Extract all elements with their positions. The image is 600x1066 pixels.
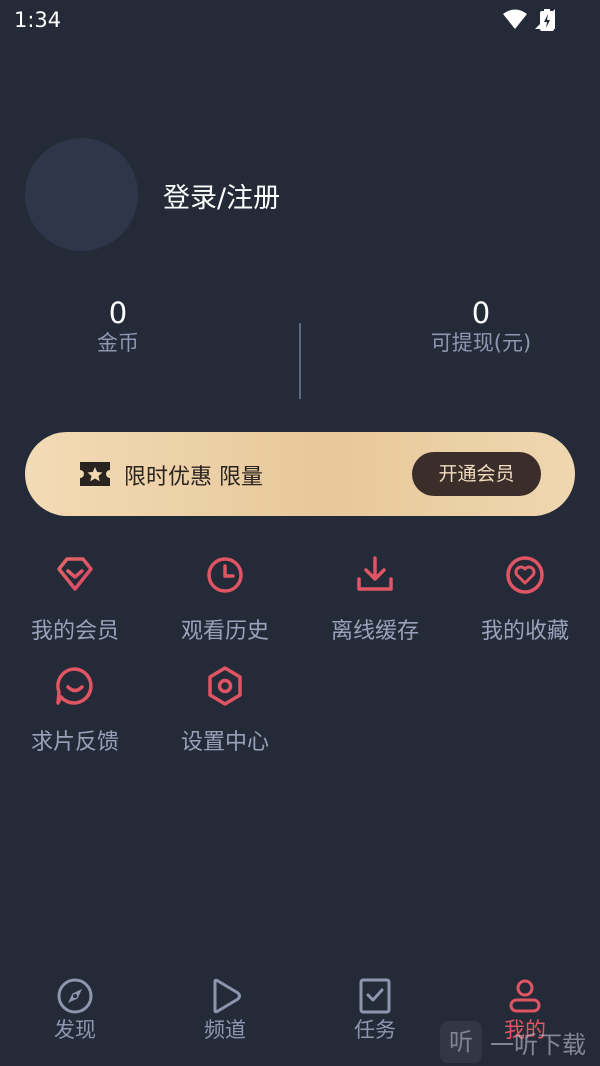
diamond-icon xyxy=(57,557,93,591)
avatar[interactable] xyxy=(25,138,138,251)
open-vip-button[interactable]: 开通会员 xyxy=(412,452,541,496)
withdrawable-label: 可提现(元) xyxy=(430,331,532,355)
stats-divider xyxy=(299,323,301,399)
menu-label: 求片反馈 xyxy=(30,730,119,755)
menu-label: 我的会员 xyxy=(30,619,119,644)
coins-label: 金币 xyxy=(97,331,139,355)
person-icon xyxy=(509,979,541,1013)
tab-label: 发现 xyxy=(54,1018,96,1042)
status-time: 1:34 xyxy=(14,8,62,32)
menu-item-settings[interactable]: 设置中心 xyxy=(150,664,300,756)
play-icon xyxy=(213,978,241,1014)
withdrawable-stat[interactable]: 0 可提现(元) xyxy=(401,296,561,356)
watermark-text: 一听下载 xyxy=(490,1030,586,1059)
tab-channel[interactable]: 频道 xyxy=(175,976,275,1044)
withdrawable-value: 0 xyxy=(471,296,491,330)
menu-label: 离线缓存 xyxy=(330,619,419,644)
feedback-icon xyxy=(56,667,93,705)
task-icon xyxy=(359,978,391,1014)
ticket-star-icon xyxy=(80,462,110,486)
vip-promo-banner[interactable]: 限时优惠 限量 开通会员 xyxy=(25,432,575,516)
vip-promo-text: 限时优惠 限量 xyxy=(124,465,263,490)
menu-label: 设置中心 xyxy=(180,730,269,755)
settings-hexagon-icon xyxy=(208,666,242,706)
wifi-icon xyxy=(503,9,527,29)
menu-item-request-feedback[interactable]: 求片反馈 xyxy=(0,664,150,756)
tab-discover[interactable]: 发现 xyxy=(25,976,125,1044)
clock-icon xyxy=(207,557,243,593)
menu-item-watch-history[interactable]: 观看历史 xyxy=(150,553,300,645)
menu-item-my-vip[interactable]: 我的会员 xyxy=(0,553,150,645)
watermark-badge: 听 xyxy=(440,1021,482,1063)
download-icon xyxy=(357,556,393,591)
tab-label: 频道 xyxy=(204,1018,246,1042)
battery-icon xyxy=(540,9,554,31)
menu-item-my-favorites[interactable]: 我的收藏 xyxy=(450,553,600,645)
menu-item-offline-cache[interactable]: 离线缓存 xyxy=(300,553,450,645)
coins-value: 0 xyxy=(108,296,128,330)
heart-icon xyxy=(506,556,544,594)
coins-stat[interactable]: 0 金币 xyxy=(68,296,168,356)
tab-tasks[interactable]: 任务 xyxy=(325,976,425,1044)
menu-label: 我的收藏 xyxy=(480,619,569,644)
watermark: 听 一听下载 xyxy=(440,1021,586,1063)
login-register-link[interactable]: 登录/注册 xyxy=(163,176,280,215)
status-bar: 1:34 xyxy=(0,0,600,40)
tab-label: 任务 xyxy=(354,1018,396,1042)
menu-label: 观看历史 xyxy=(180,619,269,644)
compass-icon xyxy=(57,978,93,1014)
